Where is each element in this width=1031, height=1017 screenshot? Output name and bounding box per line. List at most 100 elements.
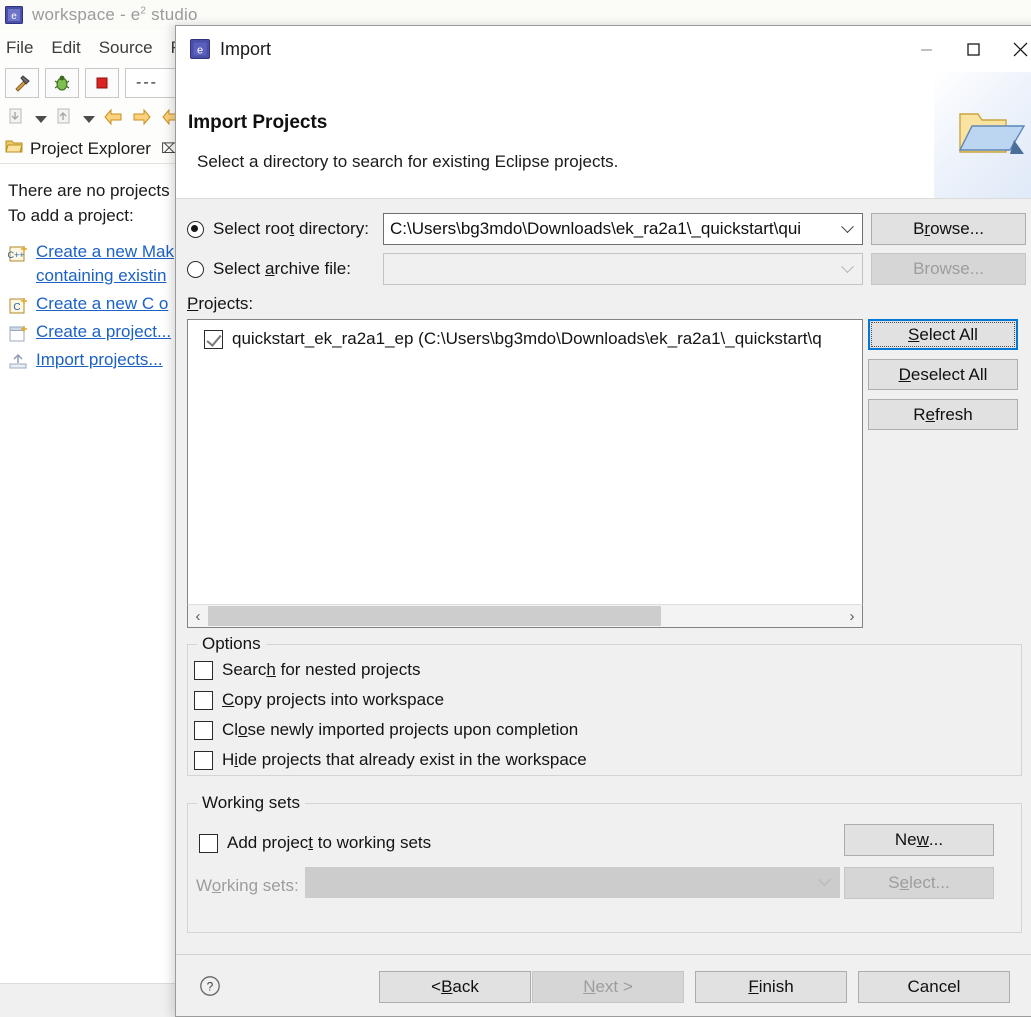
menu-edit[interactable]: Edit: [51, 38, 80, 58]
export-icon[interactable]: [6, 106, 28, 133]
projects-label: Projects:: [187, 294, 254, 313]
stop-icon[interactable]: [85, 68, 119, 98]
projects-horizontal-scrollbar[interactable]: ‹ ›: [187, 604, 863, 628]
scrollbar-thumb[interactable]: [208, 606, 661, 626]
dialog-footer: ? < Back Next > Finish Cancel: [176, 954, 1031, 1016]
checkbox-copy-into-workspace[interactable]: [194, 690, 213, 710]
eclipse-window-title: workspace - e2 studio: [32, 5, 198, 24]
cancel-button[interactable]: Cancel: [858, 971, 1010, 1003]
link-label-line2[interactable]: containing existin: [36, 264, 174, 288]
options-legend: Options: [197, 634, 266, 654]
forward-arrow-icon[interactable]: [131, 107, 153, 132]
working-sets-legend: Working sets: [197, 793, 305, 813]
minimize-icon[interactable]: [903, 26, 950, 72]
chevron-down-icon-2[interactable]: [83, 115, 95, 123]
checkbox-search-nested[interactable]: [194, 660, 213, 680]
chevron-down-icon[interactable]: [35, 115, 47, 123]
scrollbar-track[interactable]: [208, 605, 842, 627]
root-directory-label: Select root directory:: [213, 219, 369, 238]
window-controls: [903, 26, 1031, 72]
new-working-set-button[interactable]: Ne w...: [844, 824, 994, 856]
next-button: Next >: [532, 971, 684, 1003]
svg-text:?: ?: [207, 980, 214, 994]
checkbox-add-to-working-sets[interactable]: [199, 833, 218, 853]
link-label[interactable]: Create a new C o: [36, 292, 168, 316]
add-to-working-sets-label: Add project to working sets: [227, 833, 432, 852]
scroll-right-icon[interactable]: ›: [842, 605, 862, 627]
options-group: Options Search for nested projects Copy …: [187, 634, 1022, 776]
chevron-down-icon-disabled: [832, 254, 862, 284]
e2-studio-icon: e: [4, 5, 24, 25]
option-search-nested[interactable]: Search for nested projects: [194, 660, 420, 680]
link-label-line1[interactable]: Create a new Mak: [36, 240, 174, 264]
close-icon[interactable]: [997, 26, 1031, 72]
dialog-content: Select root directory: C:\Users\bg3mdo\D…: [176, 200, 1031, 990]
deselect-all-button[interactable]: Deselect All: [868, 359, 1018, 390]
option-copy-into-workspace[interactable]: Copy projects into workspace: [194, 690, 444, 710]
svg-text:C: C: [13, 302, 20, 313]
eclipse-menubar: File Edit Source Re: [0, 34, 192, 62]
select-all-button[interactable]: Select All: [868, 319, 1018, 350]
chevron-down-icon-disabled: [809, 868, 839, 898]
option-close-imported[interactable]: Close newly imported projects upon compl…: [194, 720, 578, 740]
root-directory-value[interactable]: C:\Users\bg3mdo\Downloads\ek_ra2a1\_quic…: [384, 219, 832, 239]
new-c-project-icon: C: [8, 296, 30, 316]
svg-text:e: e: [11, 11, 17, 22]
project-checkbox[interactable]: [204, 329, 223, 349]
menu-file[interactable]: File: [6, 38, 33, 58]
select-working-set-button: Se lect...: [844, 867, 994, 899]
option-hide-existing[interactable]: Hide projects that already exist in the …: [194, 750, 587, 770]
option-label: Close newly imported projects upon compl…: [222, 720, 579, 739]
hammer-icon[interactable]: [5, 68, 39, 98]
header-banner: [934, 72, 1031, 198]
eclipse-toolbar-secondary: [0, 104, 182, 134]
svg-text:C++: C++: [8, 250, 25, 260]
finish-button[interactable]: Finish: [695, 971, 847, 1003]
chevron-down-icon[interactable]: [832, 214, 862, 244]
import-projects-icon: [8, 352, 30, 372]
working-sets-combo-label: Working sets:: [196, 876, 299, 895]
projects-list[interactable]: quickstart_ek_ra2a1_ep (C:\Users\bg3mdo\…: [187, 319, 863, 617]
browse-root-directory-button[interactable]: Br owse...: [871, 213, 1026, 245]
dialog-titlebar: e Import: [176, 26, 1031, 72]
project-explorer-icon: [4, 136, 24, 161]
browse-archive-file-button: Browse...: [871, 253, 1026, 285]
list-item[interactable]: quickstart_ek_ra2a1_ep (C:\Users\bg3mdo\…: [188, 324, 862, 354]
link-label[interactable]: Create a project...: [36, 320, 171, 344]
menu-source[interactable]: Source: [99, 38, 153, 58]
dialog-title: Import: [220, 38, 272, 59]
add-to-working-sets-row[interactable]: Add project to working sets: [199, 833, 431, 853]
project-explorer-tab-label: Project Explorer: [30, 138, 151, 158]
radio-select-root-directory[interactable]: [187, 220, 204, 238]
import-dialog: e Import Import Projects Select a direct…: [175, 25, 1031, 1017]
folder-import-icon: [958, 113, 1026, 154]
back-button[interactable]: < Back: [379, 971, 531, 1003]
root-directory-combo[interactable]: C:\Users\bg3mdo\Downloads\ek_ra2a1\_quic…: [383, 213, 863, 245]
option-label: Hide projects that already exist in the …: [222, 750, 587, 769]
radio-select-archive-file[interactable]: [187, 260, 204, 278]
bug-icon[interactable]: [45, 68, 79, 98]
back-arrow-icon[interactable]: [102, 107, 124, 132]
link-label[interactable]: Import projects...: [36, 348, 163, 372]
archive-file-label: Select archive file:: [213, 259, 351, 278]
dialog-header: Import Projects Select a directory to se…: [176, 72, 1031, 199]
help-icon[interactable]: ?: [199, 975, 221, 997]
scroll-left-icon[interactable]: ‹: [188, 605, 208, 627]
svg-text:e: e: [197, 45, 203, 57]
new-cpp-project-icon: C++: [7, 244, 30, 264]
refresh-button[interactable]: Re fresh: [868, 399, 1018, 430]
archive-file-combo: [383, 253, 863, 285]
option-label: Copy projects into workspace: [222, 690, 445, 709]
page-title: Import Projects: [188, 112, 328, 133]
maximize-icon[interactable]: [950, 26, 997, 72]
checkbox-close-imported[interactable]: [194, 720, 213, 740]
working-sets-combo: [305, 867, 840, 898]
option-label: Search for nested projects: [222, 660, 421, 679]
import-icon[interactable]: [54, 106, 76, 133]
project-label: quickstart_ek_ra2a1_ep (C:\Users\bg3mdo\…: [232, 329, 822, 348]
working-sets-group: Working sets Add project to working sets…: [187, 793, 1022, 933]
checkbox-hide-existing[interactable]: [194, 750, 213, 770]
page-subtitle: Select a directory to search for existin…: [197, 152, 619, 171]
e2-studio-icon: e: [189, 38, 211, 60]
new-project-icon: [8, 324, 30, 344]
